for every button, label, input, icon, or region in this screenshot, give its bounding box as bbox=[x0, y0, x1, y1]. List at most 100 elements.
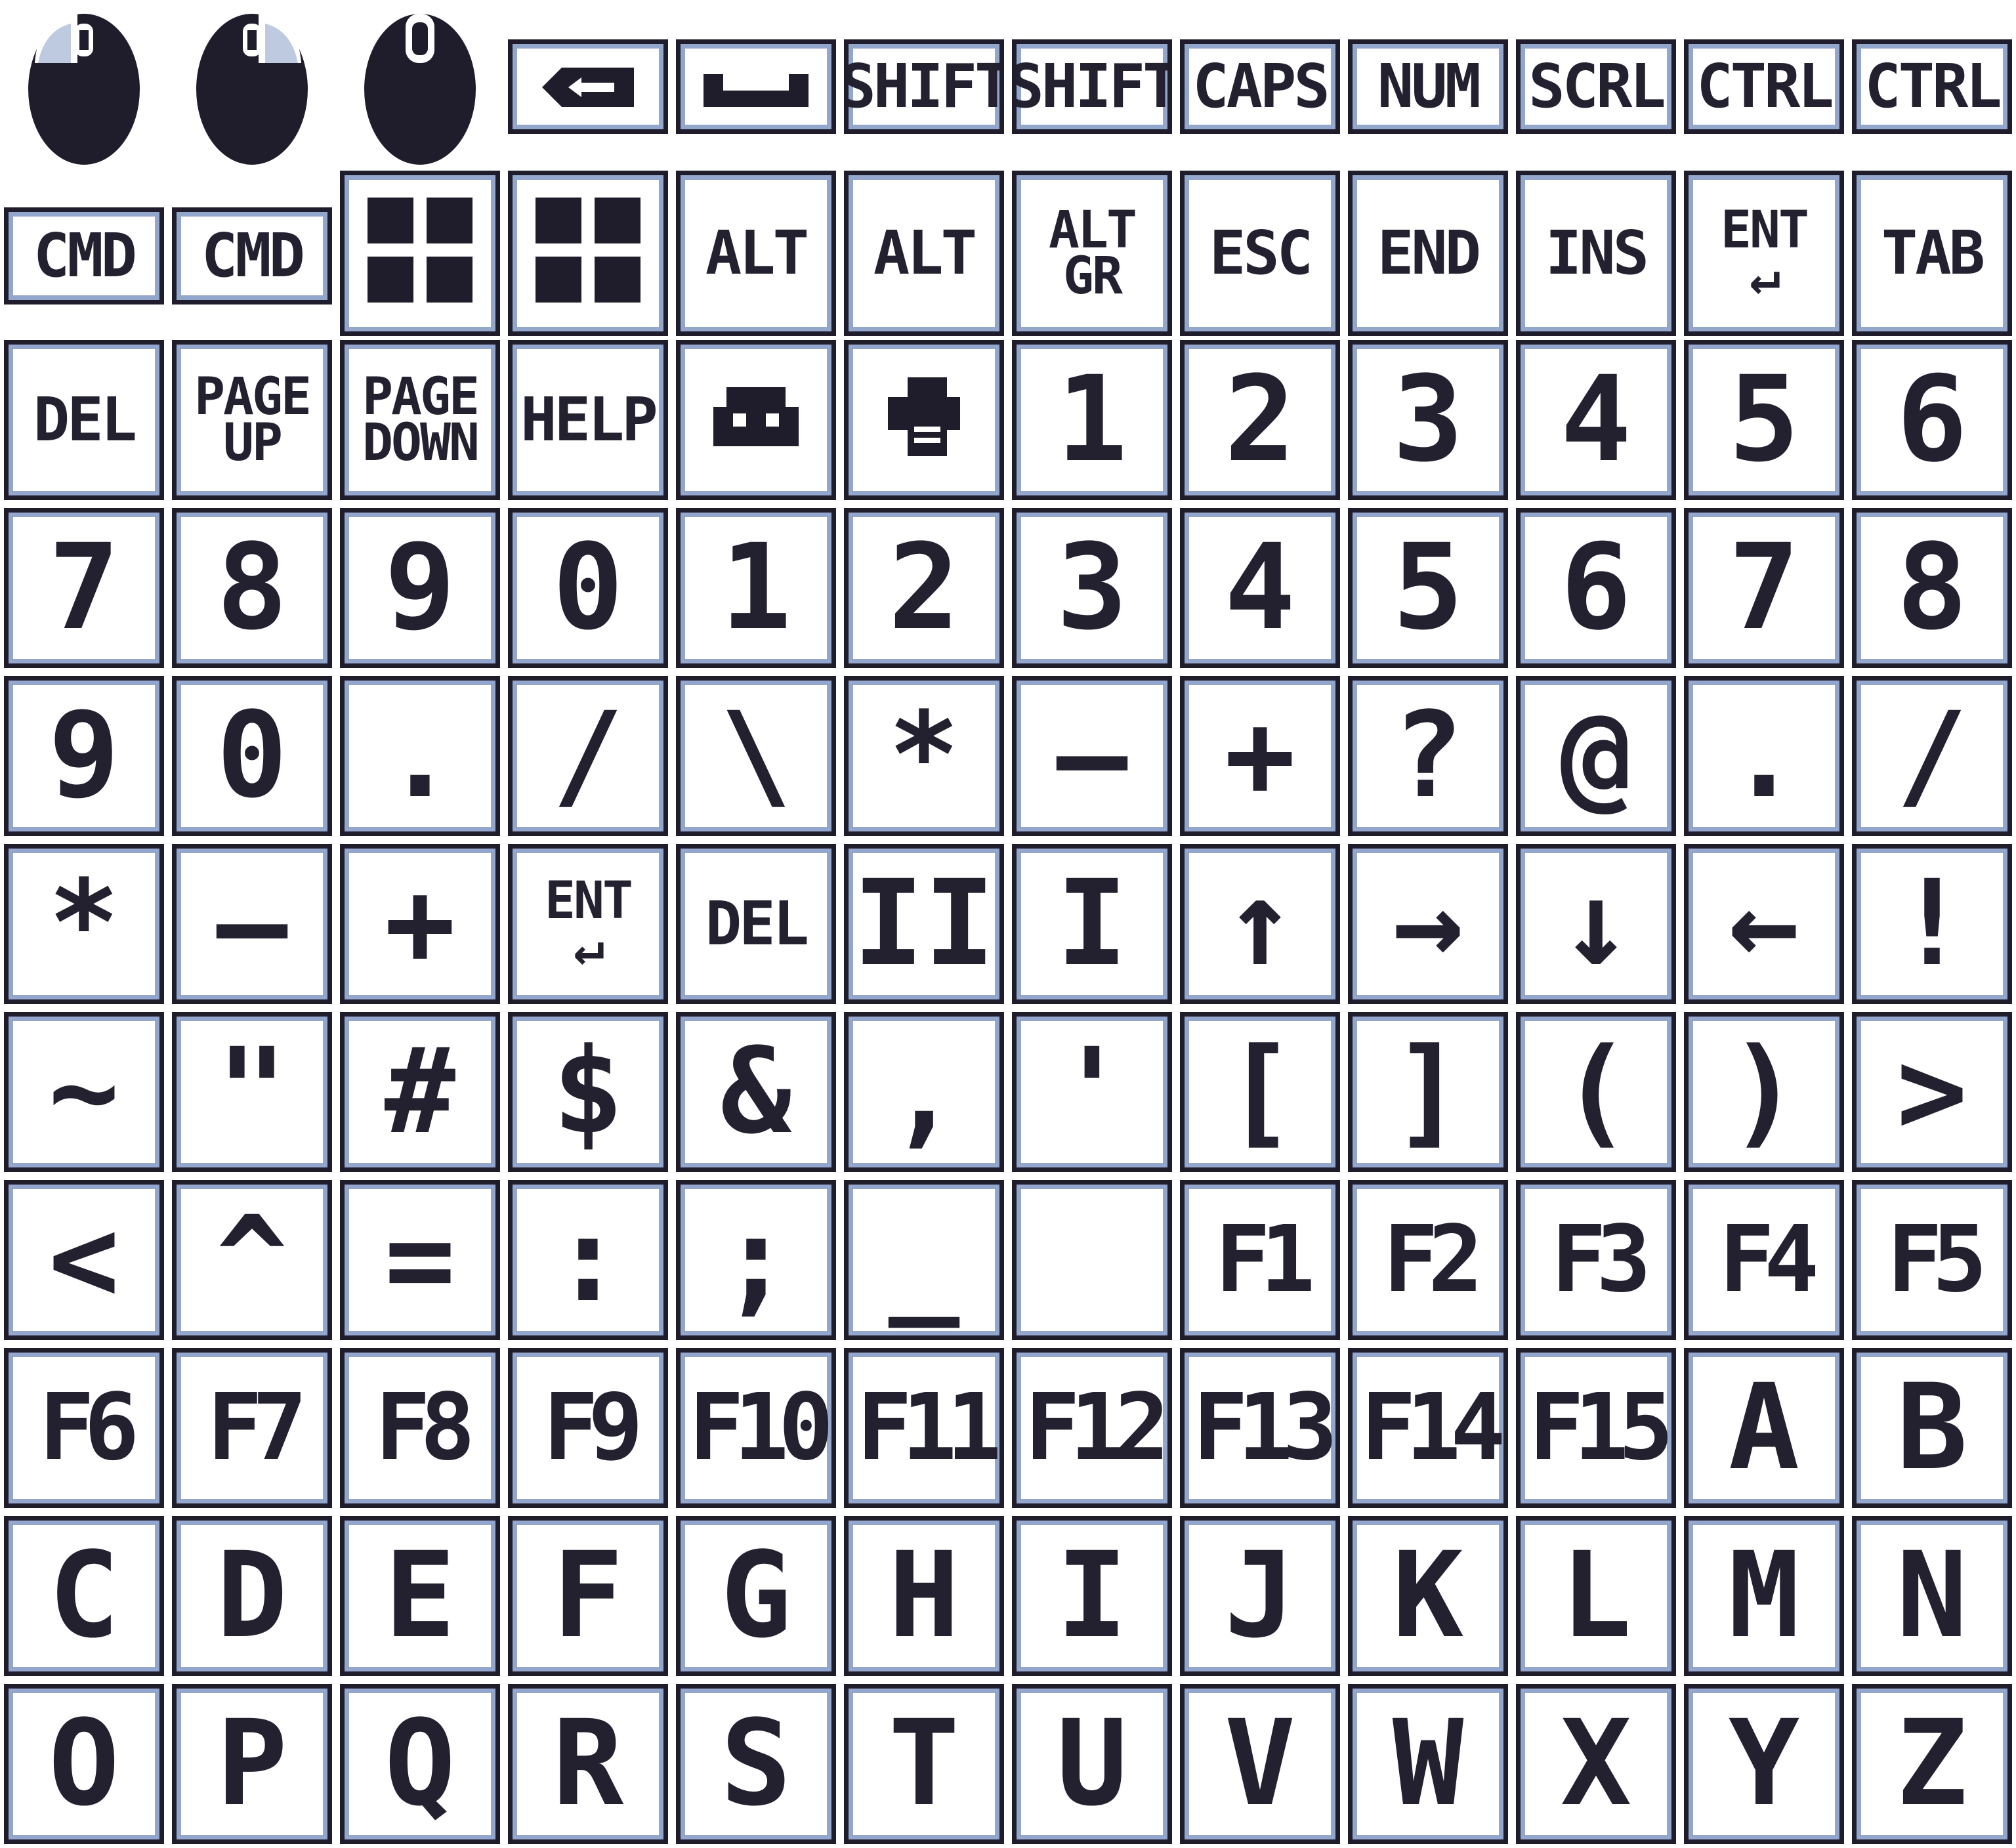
key-label: K bbox=[1392, 1527, 1464, 1664]
key-label: 0 bbox=[552, 519, 624, 656]
key-tile: DEL bbox=[4, 340, 164, 500]
key-tile: 3 bbox=[1012, 508, 1172, 668]
key-tile: / bbox=[1852, 676, 2012, 836]
key-tile: ) bbox=[1684, 1012, 1844, 1172]
printer-icon bbox=[888, 377, 960, 463]
key-tile bbox=[340, 171, 500, 336]
key-label: 5 bbox=[1728, 351, 1800, 488]
key-label: ! bbox=[1896, 855, 1968, 992]
key-label: : bbox=[552, 1191, 624, 1328]
key-label: [ bbox=[1224, 1023, 1296, 1160]
key-label: @ bbox=[1560, 687, 1632, 824]
key-label: 6 bbox=[1896, 351, 1968, 488]
key-tile: 7 bbox=[1684, 508, 1844, 668]
key-label: DEL bbox=[33, 384, 137, 455]
key-tile: > bbox=[1852, 1012, 2012, 1172]
key-tile: CMD bbox=[4, 207, 164, 304]
key-label: ; bbox=[720, 1191, 792, 1328]
key-tile: SHIFT bbox=[844, 39, 1004, 134]
key-tile: → bbox=[1348, 844, 1508, 1004]
key-label: N bbox=[1896, 1527, 1968, 1664]
key-label: Z bbox=[1896, 1695, 1968, 1832]
key-tile: END bbox=[1348, 171, 1508, 336]
key-label: C bbox=[48, 1527, 120, 1664]
key-label: T bbox=[888, 1695, 960, 1832]
key-label: F14 bbox=[1360, 1374, 1503, 1481]
key-label: E bbox=[384, 1527, 456, 1664]
key-tile: F1 bbox=[1180, 1180, 1340, 1340]
key-label: SHIFT bbox=[844, 51, 1004, 121]
key-tile: ← bbox=[1684, 844, 1844, 1004]
key-label: 3 bbox=[1056, 519, 1128, 656]
key-label: ALT bbox=[705, 217, 809, 288]
key-label: # bbox=[384, 1023, 456, 1160]
key-tile: = bbox=[340, 1180, 500, 1340]
key-label: F bbox=[552, 1527, 624, 1664]
key-tile: R bbox=[508, 1684, 668, 1844]
key-tile: L bbox=[1516, 1516, 1676, 1676]
key-label: Y bbox=[1728, 1695, 1800, 1832]
key-tile: 3 bbox=[1348, 340, 1508, 500]
keyboard-prompt-sprite-sheet: SHIFT SHIFT CAPS NUM SCRL CTRL CTRL CMD CMD ALT AL… bbox=[0, 0, 2016, 1848]
key-tile: $ bbox=[508, 1012, 668, 1172]
key-label: HELP bbox=[520, 384, 658, 455]
key-label: F4 bbox=[1719, 1206, 1820, 1313]
key-label: — bbox=[1056, 687, 1128, 824]
key-label: . bbox=[1728, 687, 1800, 824]
key-tile: Z bbox=[1852, 1684, 2012, 1844]
key-tile: D bbox=[172, 1516, 332, 1676]
key-tile: ENT ↵ bbox=[508, 844, 668, 1004]
key-label: ↓ bbox=[1560, 855, 1632, 992]
key-tile: & bbox=[676, 1012, 836, 1172]
key-label: W bbox=[1392, 1695, 1464, 1832]
key-label: " bbox=[216, 1023, 288, 1160]
key-tile: E bbox=[340, 1516, 500, 1676]
key-label: 4 bbox=[1560, 351, 1632, 488]
key-label: 1 bbox=[1056, 351, 1128, 488]
key-label: F10 bbox=[688, 1374, 831, 1481]
key-tile: < bbox=[4, 1180, 164, 1340]
space-bar-icon bbox=[704, 60, 808, 114]
key-label: V bbox=[1224, 1695, 1296, 1832]
key-tile: F12 bbox=[1012, 1348, 1172, 1508]
key-tile: ALT bbox=[676, 171, 836, 336]
key-tile: ( bbox=[1516, 1012, 1676, 1172]
key-label: → bbox=[1392, 855, 1464, 992]
key-tile: 7 bbox=[4, 508, 164, 668]
key-label: END bbox=[1377, 217, 1481, 288]
key-label: PAGE UP bbox=[194, 367, 312, 472]
key-tile: 0 bbox=[172, 676, 332, 836]
key-tile: 4 bbox=[1516, 340, 1676, 500]
key-tile: A bbox=[1684, 1348, 1844, 1508]
key-tile: PAGE DOWN bbox=[340, 340, 500, 500]
key-tile: Q bbox=[340, 1684, 500, 1844]
key-tile: ALT bbox=[844, 171, 1004, 336]
key-tile: / bbox=[508, 676, 668, 836]
key-label: NUM bbox=[1377, 51, 1481, 121]
key-label: F2 bbox=[1383, 1206, 1484, 1313]
key-tile bbox=[676, 39, 836, 134]
key-label: F5 bbox=[1887, 1206, 1988, 1313]
key-tile: F4 bbox=[1684, 1180, 1844, 1340]
key-tile: F9 bbox=[508, 1348, 668, 1508]
key-tile: INS bbox=[1516, 171, 1676, 336]
key-label: F6 bbox=[39, 1374, 140, 1481]
key-label: F3 bbox=[1551, 1206, 1652, 1313]
key-tile bbox=[508, 171, 668, 336]
key-label: ENT ↵ bbox=[545, 871, 633, 976]
key-label: * bbox=[888, 687, 960, 824]
key-label: _ bbox=[888, 1191, 960, 1328]
key-tile: CTRL bbox=[1852, 39, 2012, 134]
key-tile: I bbox=[1012, 1516, 1172, 1676]
key-tile: F6 bbox=[4, 1348, 164, 1508]
key-tile: F11 bbox=[844, 1348, 1004, 1508]
key-label: * bbox=[48, 855, 120, 992]
key-tile: B bbox=[1852, 1348, 2012, 1508]
key-tile: 5 bbox=[1684, 340, 1844, 500]
key-tile: [ bbox=[1180, 1012, 1340, 1172]
key-tile bbox=[676, 340, 836, 500]
key-label: + bbox=[384, 855, 456, 992]
key-label: B bbox=[1896, 1359, 1968, 1496]
key-tile: + bbox=[1180, 676, 1340, 836]
key-tile: T bbox=[844, 1684, 1004, 1844]
